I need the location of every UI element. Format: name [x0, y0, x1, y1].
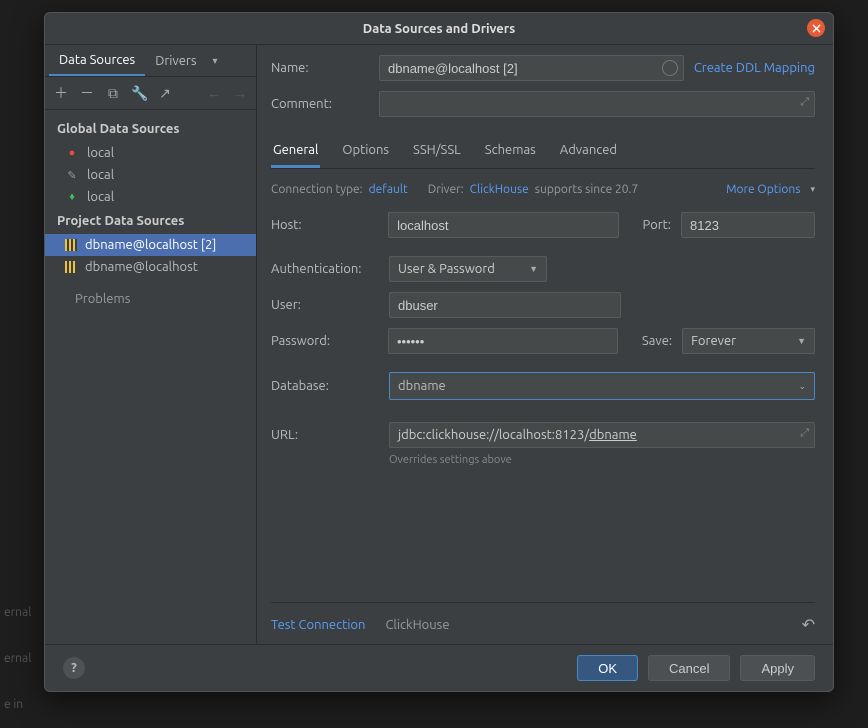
- global-source-item[interactable]: ✎ local: [45, 164, 256, 186]
- driver-label: Driver:: [428, 183, 464, 196]
- expand-icon[interactable]: ⤢: [800, 96, 809, 109]
- revert-icon[interactable]: ↶: [802, 615, 815, 634]
- name-input[interactable]: [379, 55, 684, 81]
- titlebar: Data Sources and Drivers: [45, 13, 833, 45]
- more-options-text: More Options: [726, 183, 800, 196]
- save-value: Forever: [691, 334, 736, 348]
- connection-type-label: Connection type:: [271, 183, 363, 196]
- project-source-item[interactable]: dbname@localhost [2]: [45, 234, 256, 256]
- make-global-icon[interactable]: ↗: [157, 85, 173, 102]
- user-input[interactable]: [389, 292, 621, 318]
- create-ddl-mapping-link[interactable]: Create DDL Mapping: [694, 61, 815, 75]
- datasource-icon: ♦: [65, 190, 79, 204]
- clickhouse-icon: [65, 261, 77, 273]
- left-toolbar: ＋ － ⧉ 🔧 ↗ ← →: [45, 77, 256, 110]
- data-sources-dialog: Data Sources and Drivers Data Sources Dr…: [44, 12, 834, 692]
- apply-button[interactable]: Apply: [740, 655, 815, 681]
- auth-value: User & Password: [398, 262, 495, 276]
- driver-supports-text: supports since 20.7: [535, 183, 639, 196]
- auth-label: Authentication:: [271, 262, 379, 276]
- more-options-link[interactable]: More Options ▾: [726, 183, 815, 196]
- expand-icon[interactable]: ⤢: [800, 427, 809, 440]
- user-label: User:: [271, 298, 379, 312]
- help-button[interactable]: ?: [63, 657, 85, 679]
- host-label: Host:: [271, 218, 378, 232]
- url-hint: Overrides settings above: [389, 454, 815, 466]
- auth-select[interactable]: User & Password ▼: [389, 256, 547, 282]
- right-panel: Name: Create DDL Mapping Comment: ⤢ Gene…: [257, 45, 833, 644]
- database-label: Database:: [271, 379, 379, 393]
- close-button[interactable]: [807, 19, 825, 37]
- ok-button[interactable]: OK: [577, 655, 638, 681]
- tab-advanced[interactable]: Advanced: [558, 137, 619, 168]
- driver-name-text: ClickHouse: [385, 618, 449, 632]
- url-label: URL:: [271, 428, 379, 442]
- close-icon: [812, 24, 821, 33]
- cancel-button[interactable]: Cancel: [648, 655, 730, 681]
- datasource-label: local: [87, 190, 114, 204]
- global-source-item[interactable]: ● local: [45, 142, 256, 164]
- datasource-icon: ●: [65, 146, 79, 160]
- port-input[interactable]: [681, 212, 815, 238]
- datasource-label: local: [87, 146, 114, 160]
- save-select[interactable]: Forever ▼: [682, 328, 815, 354]
- datasource-label: local: [87, 168, 114, 182]
- clickhouse-icon: [65, 239, 77, 251]
- copy-icon[interactable]: ⧉: [105, 85, 121, 102]
- tab-options[interactable]: Options: [340, 137, 391, 168]
- chevron-down-icon: ⌄: [798, 381, 806, 392]
- datasource-icon: ✎: [65, 168, 79, 182]
- comment-label: Comment:: [271, 97, 369, 111]
- driver-link[interactable]: ClickHouse: [470, 183, 529, 196]
- left-panel: Data Sources Drivers ▾ ＋ － ⧉ 🔧 ↗ ← → Glo…: [45, 45, 257, 644]
- forward-icon: →: [232, 85, 248, 101]
- add-icon[interactable]: ＋: [53, 83, 69, 103]
- project-sources-heading: Project Data Sources: [45, 208, 256, 234]
- test-connection-link[interactable]: Test Connection: [271, 618, 365, 632]
- chevron-down-icon: ▼: [529, 264, 538, 274]
- tab-ssh-ssl[interactable]: SSH/SSL: [411, 137, 463, 168]
- settings-tabs: General Options SSH/SSL Schemas Advanced: [271, 137, 815, 169]
- url-db: dbname: [589, 428, 637, 442]
- url-prefix: jdbc:clickhouse://localhost:8123/: [398, 428, 589, 442]
- reset-name-icon[interactable]: [662, 60, 678, 76]
- wrench-icon[interactable]: 🔧: [131, 85, 147, 102]
- problems-item[interactable]: Problems: [45, 278, 256, 310]
- tab-data-sources[interactable]: Data Sources: [49, 45, 145, 76]
- chevron-down-icon: ▼: [797, 336, 806, 346]
- host-input[interactable]: [388, 212, 618, 238]
- database-combo[interactable]: dbname ⌄: [389, 372, 815, 400]
- url-input[interactable]: jdbc:clickhouse://localhost:8123/dbname: [389, 422, 815, 448]
- dialog-title: Data Sources and Drivers: [363, 22, 516, 36]
- dialog-footer: ? OK Cancel Apply: [45, 644, 833, 691]
- data-source-tree: Global Data Sources ● local ✎ local ♦ lo…: [45, 110, 256, 644]
- password-label: Password:: [271, 334, 378, 348]
- chevron-down-icon[interactable]: ▾: [207, 47, 224, 75]
- connection-type-link[interactable]: default: [369, 183, 408, 196]
- remove-icon[interactable]: －: [79, 83, 95, 103]
- global-source-item[interactable]: ♦ local: [45, 186, 256, 208]
- comment-input[interactable]: [379, 91, 815, 117]
- database-value: dbname: [398, 379, 446, 393]
- datasource-label: dbname@localhost [2]: [85, 238, 216, 252]
- back-icon: ←: [206, 85, 222, 101]
- project-source-item[interactable]: dbname@localhost: [45, 256, 256, 278]
- password-input[interactable]: [388, 328, 618, 354]
- global-sources-heading: Global Data Sources: [45, 116, 256, 142]
- tab-schemas[interactable]: Schemas: [483, 137, 538, 168]
- datasource-label: dbname@localhost: [85, 260, 198, 274]
- chevron-down-icon: ▾: [810, 184, 815, 195]
- name-label: Name:: [271, 61, 369, 75]
- port-label: Port:: [643, 218, 671, 232]
- tab-general[interactable]: General: [271, 137, 320, 168]
- save-label: Save:: [642, 334, 672, 348]
- tab-drivers[interactable]: Drivers: [145, 46, 206, 75]
